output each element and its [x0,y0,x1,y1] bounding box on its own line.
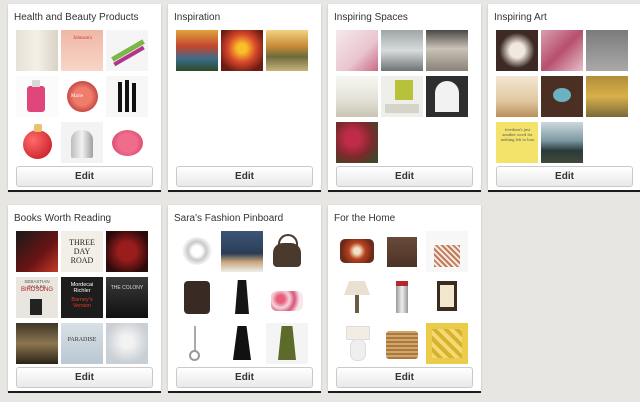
thumbnail-pink-room[interactable] [336,30,378,71]
thumbnail-makeup-brushes[interactable] [106,76,148,117]
thumbnail-book-three-day-road[interactable]: THREE DAY ROAD [61,231,103,272]
thumbnail-lotion-bottle[interactable] [16,30,58,71]
board-title: Books Worth Reading [14,213,112,224]
thumbnail-bird-painting[interactable] [541,76,583,117]
edit-button[interactable]: Edit [16,367,153,388]
thumbnail-yellow-print[interactable] [426,323,468,364]
board-card[interactable]: Sara's Fashion Pinboard Edit [168,205,321,393]
thumbnail-brown-bag[interactable] [266,231,308,272]
thumbnail-landscape-painting[interactable] [586,76,628,117]
board-thumbnail-grid: THREE DAY ROAD SEBASTIAN FAULKS BIRDSONG… [16,231,151,364]
thumbnail-book-paradise[interactable]: PARADISE [61,323,103,364]
thumbnail-jeans-heels[interactable] [221,231,263,272]
thumbnail-red-dispenser[interactable] [381,277,423,318]
thumbnail-typography-art[interactable] [586,30,628,71]
thumbnail-book-the-colony[interactable]: THE COLONY [106,277,148,318]
thumbnail-book-birdsong[interactable]: SEBASTIAN FAULKS BIRDSONG [16,277,58,318]
edit-button[interactable]: Edit [336,367,473,388]
product-label: Johnson's [73,36,93,41]
thumbnail-mascara[interactable] [106,30,148,71]
thumbnail-lip-balm-tin[interactable] [106,122,148,163]
book-title-text: Barney's Version [71,297,93,309]
board-card[interactable]: Inspiring Art freedom's just another wor… [488,4,640,192]
thumbnail-lake-scene[interactable] [541,122,583,163]
book-title-text: THREE DAY ROAD [69,238,95,265]
board-title: Inspiring Spaces [334,12,408,23]
edit-button[interactable]: Edit [176,367,313,388]
edit-button[interactable]: Edit [176,166,313,187]
board-title: Health and Beauty Products [14,12,139,23]
thumbnail-autumn-leaves[interactable] [221,30,263,71]
book-author-text: Mordecai Richler [70,282,94,294]
thumbnail-garden-house[interactable] [336,122,378,163]
thumbnail-floral-print[interactable] [496,30,538,71]
thumbnail-scarf[interactable] [176,231,218,272]
board-thumbnail-grid [176,30,311,163]
thumbnail-sunset-lake[interactable] [176,30,218,71]
board-title: Inspiration [174,12,221,23]
board-title: Sara's Fashion Pinboard [174,213,284,224]
thumbnail-green-art-room[interactable] [381,76,423,117]
board-card[interactable]: Inspiring Spaces Edit [328,4,481,192]
board-thumbnail-grid [176,231,311,364]
thumbnail-blush-compact[interactable]: Marie [61,76,103,117]
thumbnail-woven-basket[interactable] [426,231,468,272]
board-thumbnail-grid: freedom's just another word for nothing … [496,30,631,163]
board-card[interactable]: Books Worth Reading THREE DAY ROAD SEBAS… [8,205,161,393]
thumbnail-forest-lake[interactable] [266,30,308,71]
thumbnail-camels[interactable] [496,76,538,117]
thumbnail-pillow[interactable] [336,231,378,272]
edit-button[interactable]: Edit [336,166,473,187]
thumbnail-lantern[interactable] [426,277,468,318]
thumbnail-pink-collage[interactable] [541,30,583,71]
board-card[interactable]: Health and Beauty Products Johnson's Mar… [8,4,161,192]
book-title-text: BIRDSONG [20,287,53,293]
thumbnail-polka-dress[interactable] [221,323,263,364]
edit-button[interactable]: Edit [16,166,153,187]
thumbnail-leather-jacket[interactable] [176,277,218,318]
thumbnail-white-bedroom[interactable] [336,76,378,117]
board-thumbnail-grid [336,30,471,163]
thumbnail-baby-lotion[interactable]: Johnson's [61,30,103,71]
thumbnail-table-lamp[interactable] [336,277,378,318]
thumbnail-apple-perfume[interactable] [16,122,58,163]
thumbnail-book-dark[interactable] [16,323,58,364]
thumbnail-book-barneys-version[interactable]: Mordecai Richler Barney's Version [61,277,103,318]
thumbnail-necklace[interactable] [176,323,218,364]
thumbnail-hair-tool[interactable] [61,122,103,163]
thumbnail-perfume[interactable] [16,76,58,117]
book-title-text: THE COLONY [110,285,144,291]
thumbnail-green-dress[interactable] [266,323,308,364]
edit-button[interactable]: Edit [496,166,633,187]
thumbnail-arched-window[interactable] [426,76,468,117]
thumbnail-dining-room[interactable] [381,30,423,71]
thumbnail-book-red-black[interactable] [16,231,58,272]
thumbnail-kitchen[interactable] [426,30,468,71]
thumbnail-brown-towels[interactable] [381,231,423,272]
thumbnail-book-perfume[interactable] [106,231,148,272]
board-card[interactable]: For the Home Edit [328,205,481,393]
product-label: Marie [71,94,83,99]
board-thumbnail-grid: Johnson's Marie [16,30,151,163]
board-card[interactable]: Inspiration Edit [168,4,321,192]
board-title: Inspiring Art [494,12,547,23]
quote-text: freedom's just another word for nothing … [500,127,535,142]
thumbnail-book-white-figure[interactable] [106,323,148,364]
board-thumbnail-grid [336,231,471,364]
thumbnail-white-lamp[interactable] [336,323,378,364]
thumbnail-wicker-basket[interactable] [381,323,423,364]
thumbnail-quote-poster[interactable]: freedom's just another word for nothing … [496,122,538,163]
board-title: For the Home [334,213,396,224]
thumbnail-black-dress[interactable] [221,277,263,318]
thumbnail-floral-bag[interactable] [266,277,308,318]
book-title-text: PARADISE [67,337,97,343]
